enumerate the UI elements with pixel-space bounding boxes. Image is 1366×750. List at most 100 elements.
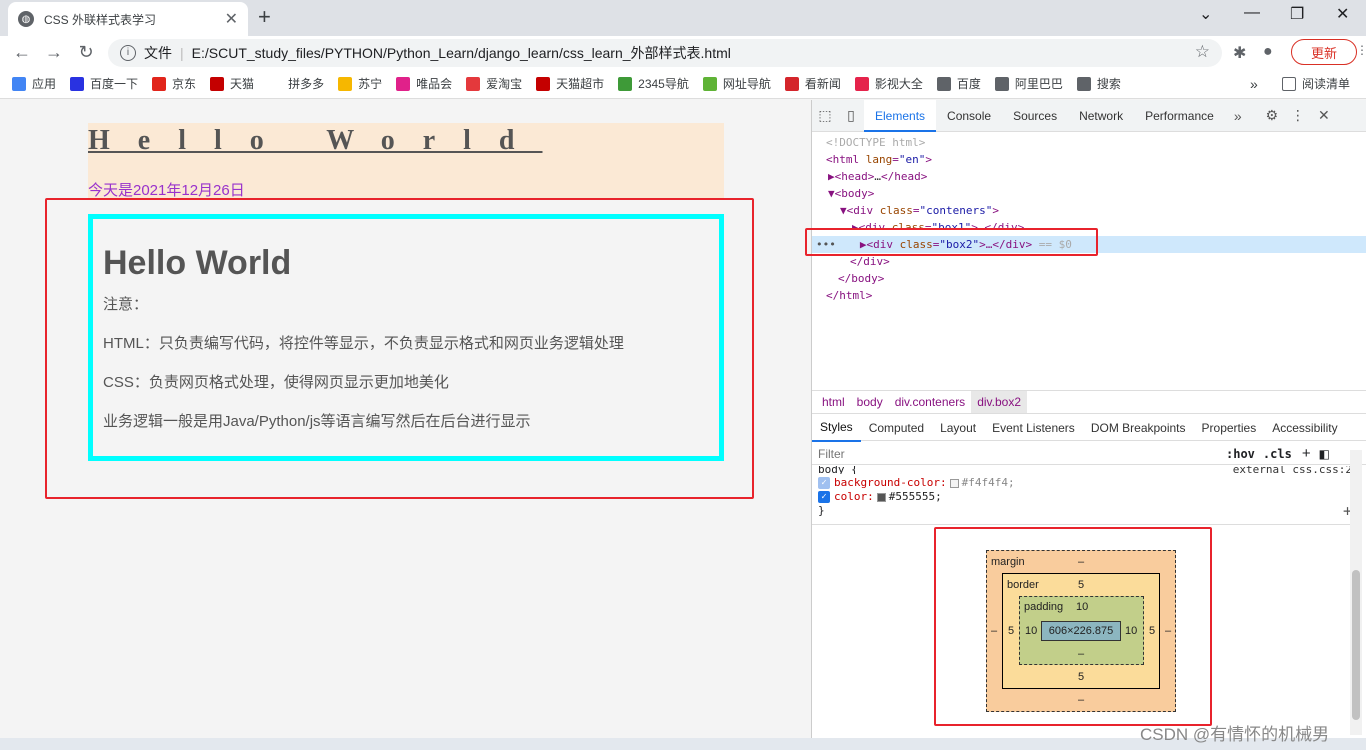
bookmark-item[interactable]: 天猫超市 [536,75,604,92]
close-window-icon[interactable]: ✕ [1336,4,1349,24]
bookmark-item[interactable]: 爱淘宝 [466,75,522,92]
subtab-layout[interactable]: Layout [932,416,984,441]
forward-icon[interactable]: → [38,42,70,63]
tab-strip: ◍ CSS 外联样式表学习 ✕ + ⌄ — ❐ ✕ [0,0,1366,36]
dom-conteners-node[interactable]: ▼<div class="conteners"> [812,202,1366,219]
toggle-sidebar-icon[interactable]: ◧ [1319,447,1330,461]
bookmark-item[interactable]: 阿里巴巴 [994,75,1063,92]
crumb-body[interactable]: body [851,391,889,413]
settings-gear-icon[interactable]: ⚙ [1259,107,1285,124]
dom-html-node[interactable]: <html lang="en"> [812,151,1366,168]
dom-close-body[interactable]: </body> [812,270,1366,287]
close-devtools-icon[interactable]: ✕ [1311,107,1337,124]
globe-icon [994,76,1009,91]
divider [812,524,1352,525]
dom-close-html[interactable]: </html> [812,287,1366,304]
styles-scrollbar[interactable] [1350,450,1362,735]
subtab-accessibility[interactable]: Accessibility [1264,416,1345,441]
subtab-properties[interactable]: Properties [1194,416,1265,441]
crumb-box2[interactable]: div.box2 [971,391,1027,413]
2345-icon [618,76,633,91]
subtab-computed[interactable]: Computed [861,416,932,441]
update-button[interactable]: 更新 [1291,39,1357,65]
address-bar[interactable]: i 文件 | E:/SCUT_study_files/PYTHON/Python… [108,39,1222,67]
crumb-conteners[interactable]: div.conteners [889,391,971,413]
info-icon[interactable]: i [120,45,136,61]
inspect-icon[interactable]: ⬚ [812,107,838,124]
browser-toolbar: ← → ↻ i 文件 | E:/SCUT_study_files/PYTHON/… [0,36,1366,69]
rule-source-link[interactable]: external_css.css:2 [1233,466,1352,474]
tab-title: CSS 外联样式表学习 [44,12,157,27]
apps-icon [12,76,26,91]
style-rules: body { external_css.css:2 ✓ background-c… [812,466,1352,519]
devtools-panel: ⬚ ▯ Elements Console Sources Network Per… [805,99,1366,738]
cls-toggle[interactable]: .cls [1263,447,1292,461]
box1: Hello World 今天是2021年12月26日 [88,123,724,199]
close-tab-icon[interactable]: ✕ [225,9,238,29]
bookmarks-more-icon[interactable]: » [1250,76,1258,92]
address-prefix: 文件 [144,45,172,61]
checkbox-icon[interactable]: ✓ [818,491,830,503]
bookmark-item[interactable]: 拼多多 [268,75,324,92]
color-swatch[interactable] [949,478,959,488]
bookmark-item[interactable]: 看新闻 [784,75,841,92]
minimize-icon[interactable]: — [1244,4,1260,22]
color-swatch[interactable] [876,492,886,502]
hov-toggle[interactable]: :hov [1226,447,1255,461]
tab-performance[interactable]: Performance [1134,100,1225,132]
rule-prop-color[interactable]: ✓ color: #555555; [812,490,1352,504]
tab-search-icon[interactable]: ⌄ [1199,4,1212,24]
annotation-highlight-dom [805,228,1098,256]
bookmark-item[interactable]: 唯品会 [396,75,452,92]
tab-elements[interactable]: Elements [864,99,937,132]
rule-prop-background[interactable]: ✓ background-color: #f4f4f4; [812,476,1352,490]
checkbox-icon[interactable]: ✓ [818,477,830,489]
new-tab-button[interactable]: + [258,4,271,30]
bookmark-item[interactable]: 天猫 [210,75,254,92]
bookmark-item[interactable]: 京东 [152,75,196,92]
devtools-menu-icon[interactable]: ⋮ [1285,107,1311,124]
devtools-tabbar: ⬚ ▯ Elements Console Sources Network Per… [812,99,1366,132]
crumb-html[interactable]: html [816,391,851,413]
reading-list-button[interactable]: 阅读清单 [1282,75,1350,92]
dom-head-node[interactable]: ▶<head>…</head> [812,168,1366,185]
bookmark-item[interactable]: 影视大全 [854,75,923,92]
annotation-highlight-boxmodel [934,527,1212,726]
more-tabs-icon[interactable]: » [1225,108,1251,124]
styles-subtabs: Styles Computed Layout Event Listeners D… [812,415,1366,442]
rule-header: body { external_css.css:2 [812,466,1352,474]
tmall-market-icon [536,76,551,91]
tab-network[interactable]: Network [1068,100,1134,132]
bookmark-item[interactable]: 百度一下 [70,75,138,92]
suning-icon [338,76,353,91]
collapse-arrow-icon: ▼ [840,204,847,217]
new-rule-icon[interactable]: + [1302,445,1311,462]
bookmark-star-icon[interactable]: ☆ [1195,42,1210,62]
dom-body-node[interactable]: ▼<body> [812,185,1366,202]
subtab-styles[interactable]: Styles [812,415,861,442]
menu-icon[interactable]: ⋮ [1356,43,1366,57]
bookmark-item[interactable]: 苏宁 [338,75,382,92]
subtab-dom-breakpoints[interactable]: DOM Breakpoints [1083,416,1194,441]
bookmark-item[interactable]: 搜索 [1076,75,1121,92]
annotation-highlight-page [45,198,754,499]
scrollbar-thumb[interactable] [1352,570,1360,720]
extensions-icon[interactable]: ✱ [1233,43,1246,63]
dom-doctype[interactable]: <!DOCTYPE html> [812,134,1366,151]
device-toolbar-icon[interactable]: ▯ [838,107,864,124]
restore-icon[interactable]: ❐ [1290,4,1304,24]
browser-tab[interactable]: ◍ CSS 外联样式表学习 ✕ [8,2,248,36]
bookmark-item[interactable]: 百度 [936,75,981,92]
tab-console[interactable]: Console [936,100,1002,132]
bookmark-item[interactable]: 2345导航 [618,75,689,92]
profile-icon[interactable]: ● [1263,43,1273,61]
bookmark-item[interactable]: 应用 [12,75,56,92]
styles-filter-input[interactable] [818,446,1208,461]
subtab-event-listeners[interactable]: Event Listeners [984,416,1083,441]
reading-list-icon [1282,76,1296,91]
back-icon[interactable]: ← [6,42,38,63]
reload-icon[interactable]: ↻ [70,42,102,63]
box1-date: 今天是2021年12月26日 [88,182,245,199]
tab-sources[interactable]: Sources [1002,100,1068,132]
bookmark-item[interactable]: 网址导航 [702,75,771,92]
